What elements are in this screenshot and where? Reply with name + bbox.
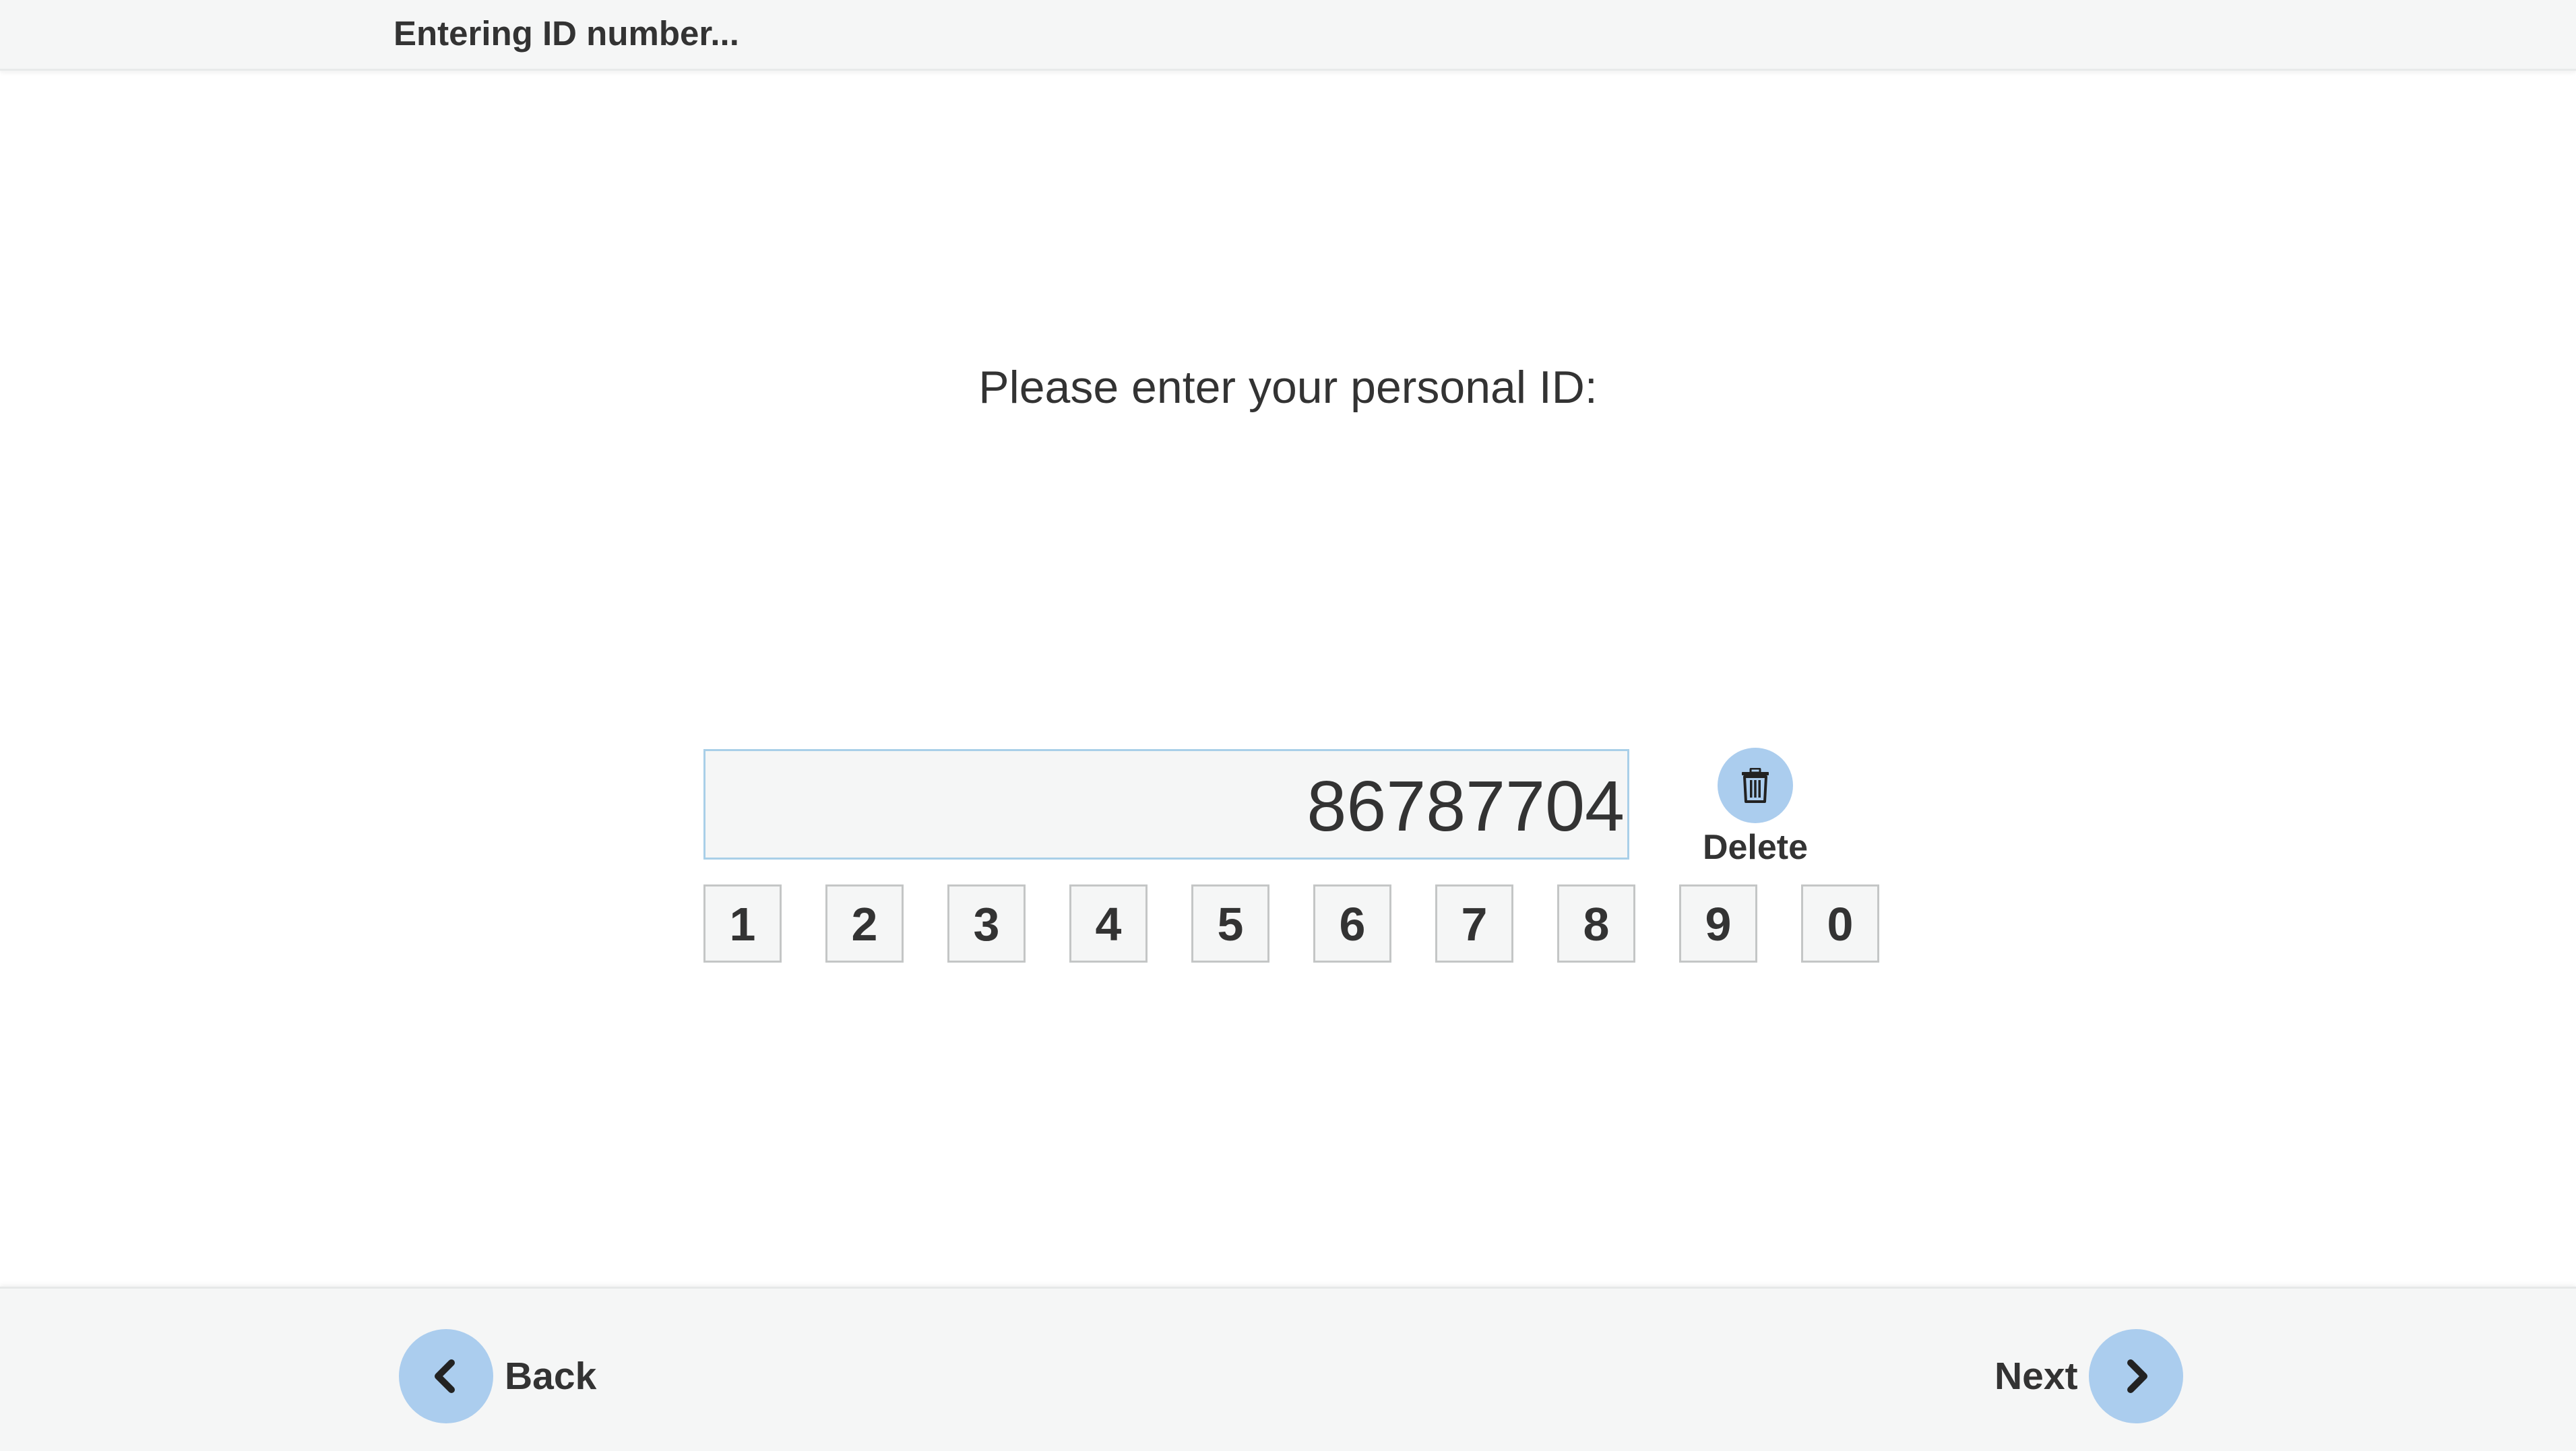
chevron-right-icon	[2127, 1359, 2147, 1393]
key-1[interactable]: 1	[703, 884, 782, 963]
key-9[interactable]: 9	[1679, 884, 1757, 963]
key-2[interactable]: 2	[825, 884, 904, 963]
key-3[interactable]: 3	[947, 884, 1026, 963]
delete-icon-circle[interactable]	[1718, 748, 1793, 823]
chevron-left-icon	[435, 1359, 455, 1393]
numeric-keypad: 1 2 3 4 5 6 7 8 9 0	[703, 884, 1881, 963]
footer-bar: Back Next	[0, 1287, 2576, 1451]
next-label[interactable]: Next	[1994, 1329, 2078, 1423]
delete-label[interactable]: Delete	[1685, 826, 1826, 869]
id-entry-page: Entering ID number... Please enter your …	[0, 0, 2576, 1451]
next-circle[interactable]	[2089, 1329, 2183, 1423]
id-value: 86787704	[1307, 767, 1625, 846]
key-7[interactable]: 7	[1435, 884, 1513, 963]
next-button[interactable]: Next	[1994, 1329, 2183, 1423]
prompt-text: Please enter your personal ID:	[978, 362, 1598, 413]
id-input-display[interactable]: 86787704	[703, 749, 1629, 860]
header-title: Entering ID number...	[394, 14, 739, 53]
delete-button[interactable]: Delete	[1685, 748, 1826, 882]
back-circle[interactable]	[399, 1329, 493, 1423]
back-button[interactable]: Back	[399, 1329, 601, 1423]
header-bar: Entering ID number...	[0, 0, 2576, 71]
key-5[interactable]: 5	[1191, 884, 1269, 963]
back-label[interactable]: Back	[505, 1329, 596, 1423]
trash-icon	[1742, 768, 1769, 803]
key-0[interactable]: 0	[1801, 884, 1879, 963]
key-6[interactable]: 6	[1313, 884, 1391, 963]
key-4[interactable]: 4	[1069, 884, 1148, 963]
key-8[interactable]: 8	[1557, 884, 1635, 963]
